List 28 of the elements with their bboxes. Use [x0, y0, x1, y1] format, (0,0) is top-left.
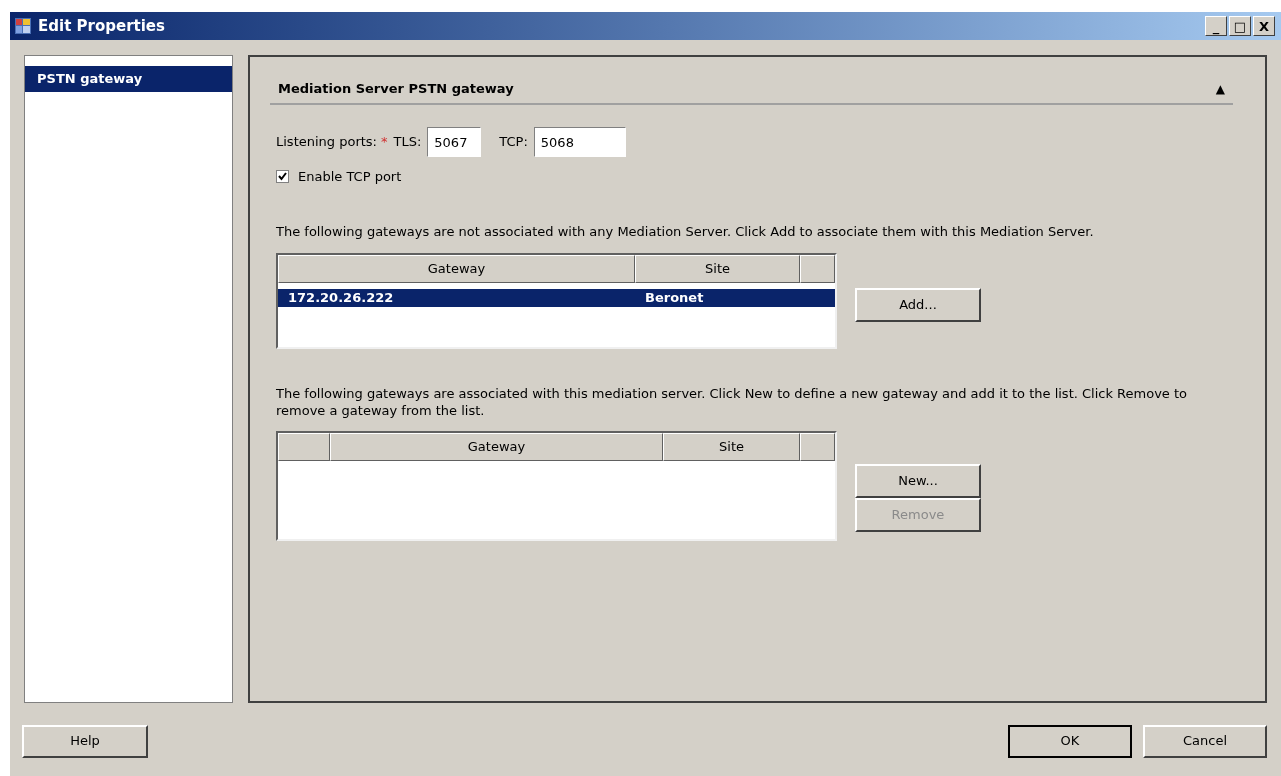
listening-ports-label: Listening ports: — [276, 133, 377, 152]
tls-port-field[interactable]: 5067 — [427, 127, 482, 157]
tcp-label: TCP: — [499, 133, 528, 152]
ok-button[interactable]: OK — [1008, 724, 1132, 758]
close-button[interactable]: X — [1253, 16, 1275, 36]
column-header: Gateway — [330, 432, 663, 461]
table-row[interactable]: 172.20.26.222 Beronet — [278, 288, 835, 307]
column-header: Site — [635, 254, 800, 283]
tcp-port-field[interactable]: 5068 — [533, 127, 626, 157]
checkbox[interactable] — [276, 170, 289, 184]
app-icon — [14, 17, 32, 35]
required-mark: * — [381, 133, 388, 152]
checkbox-label: Enable TCP port — [298, 168, 402, 186]
section-title: Mediation Server PSTN gateway — [278, 80, 514, 99]
column-header: Site — [663, 432, 800, 461]
collapse-toggle[interactable]: ▲ — [1215, 80, 1225, 98]
description-text: The following gateways are associated with this mediation server. Click New to define a new gateway and add it to the list. Click Remove to remove a gateway from the list. — [276, 384, 1189, 419]
column-header: Gateway — [278, 254, 635, 283]
tls-label: TLS: — [393, 133, 422, 152]
help-button[interactable]: Help — [22, 724, 148, 758]
minimize-button[interactable]: _ — [1205, 16, 1227, 36]
new-button[interactable]: New... — [855, 463, 981, 498]
sidebar-item[interactable]: PSTN gateway — [25, 66, 232, 92]
window-title: Edit Properties — [38, 15, 165, 37]
maximize-button[interactable]: □ — [1229, 16, 1251, 36]
cancel-button[interactable]: Cancel — [1143, 724, 1267, 758]
description-text: The following gateways are not associated with any Mediation Server. Click Add to associate them with this Mediation Server. — [276, 222, 1095, 240]
add-button[interactable]: Add... — [855, 287, 981, 322]
